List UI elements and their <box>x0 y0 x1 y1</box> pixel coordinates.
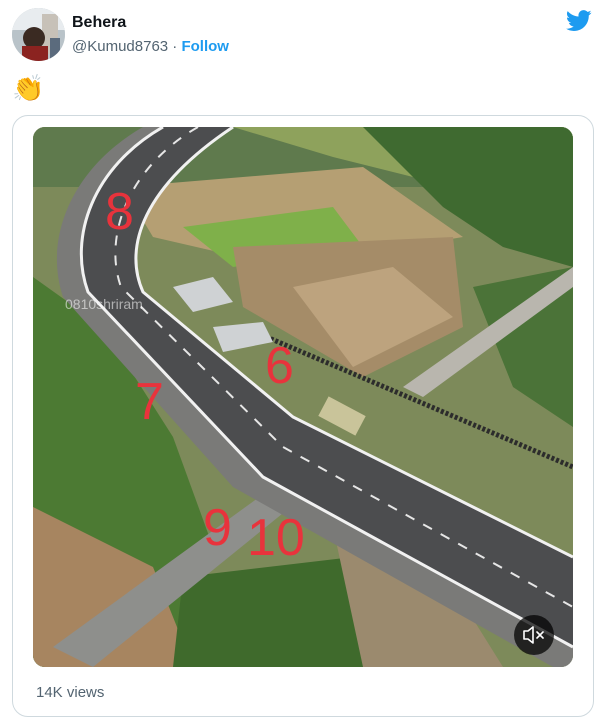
overlay-number-7: 7 <box>135 373 164 431</box>
user-handle[interactable]: @Kumud8763 <box>72 38 168 55</box>
twitter-bird-icon[interactable] <box>566 10 592 32</box>
mute-button[interactable] <box>514 615 554 655</box>
video-player[interactable]: 0810shriram 8 7 6 9 10 <box>33 127 573 667</box>
avatar-image <box>12 8 65 61</box>
video-frame-flyover: 0810shriram 8 7 6 9 10 <box>33 127 573 667</box>
speaker-muted-icon <box>523 626 544 644</box>
view-count: 14K views <box>36 684 105 699</box>
overlay-number-6: 6 <box>265 337 294 395</box>
tweet-text-clapping-emoji: 👏 <box>12 73 45 103</box>
display-name[interactable]: Behera <box>72 14 126 32</box>
overlay-number-8: 8 <box>105 183 134 241</box>
overlay-number-10: 10 <box>247 509 305 567</box>
tweet: Behera @Kumud8763 · Follow 👏 0810shriram… <box>0 0 603 717</box>
overlay-number-9: 9 <box>203 499 232 557</box>
separator-dot: · <box>172 38 178 55</box>
handle-row: @Kumud8763 · Follow <box>72 38 229 55</box>
avatar[interactable] <box>12 8 65 61</box>
watermark-text: 0810shriram <box>65 296 143 312</box>
follow-button[interactable]: Follow <box>181 38 229 55</box>
